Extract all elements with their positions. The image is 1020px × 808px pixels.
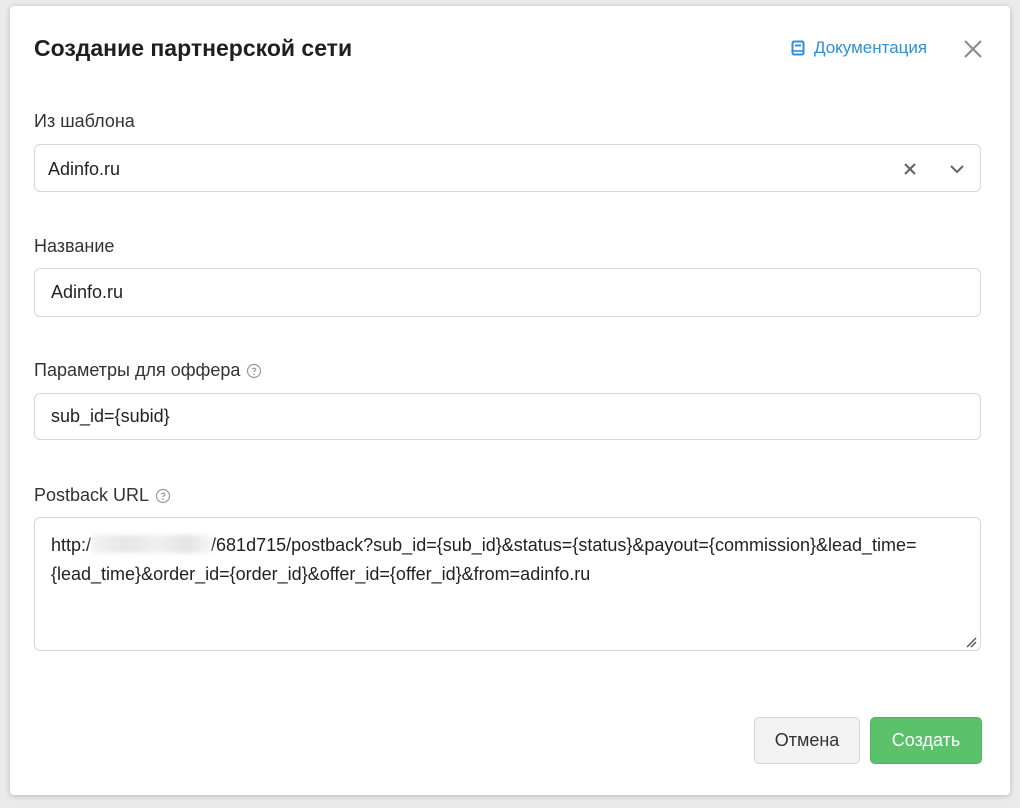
book-icon [791, 40, 805, 56]
postback-url-value: http://681d715/postback?sub_id={sub_id}&… [51, 531, 971, 589]
dialog-title: Создание партнерской сети [34, 35, 353, 61]
clear-x-icon[interactable] [901, 160, 919, 178]
help-circle-icon[interactable] [246, 362, 262, 379]
help-circle-icon[interactable] [155, 487, 171, 504]
offer-params-field[interactable] [34, 393, 981, 440]
postback-url-prefix: http:/ [51, 535, 92, 555]
create-button[interactable]: Создать [870, 717, 982, 764]
name-input[interactable] [51, 269, 971, 316]
cancel-button[interactable]: Отмена [754, 717, 860, 764]
documentation-link-label: Документация [814, 38, 928, 57]
create-affiliate-network-dialog: Создание партнерской сети Документация И… [10, 6, 1010, 795]
offer-params-label: Параметры для оффера [34, 359, 262, 381]
resize-handle-icon[interactable] [965, 635, 977, 648]
template-selected-value: Adinfo.ru [48, 159, 121, 179]
postback-url-textarea[interactable]: http://681d715/postback?sub_id={sub_id}&… [34, 517, 981, 651]
documentation-link[interactable]: Документация [791, 37, 927, 59]
template-label: Из шаблона [34, 111, 135, 131]
offer-params-input[interactable] [51, 394, 971, 439]
name-label: Название [34, 236, 115, 256]
name-field[interactable] [34, 268, 981, 317]
template-select[interactable]: Adinfo.ru [34, 144, 981, 192]
close-icon[interactable] [963, 39, 983, 59]
chevron-down-icon[interactable] [947, 160, 967, 178]
redacted-host [91, 535, 212, 553]
postback-label: Postback URL [34, 484, 171, 506]
